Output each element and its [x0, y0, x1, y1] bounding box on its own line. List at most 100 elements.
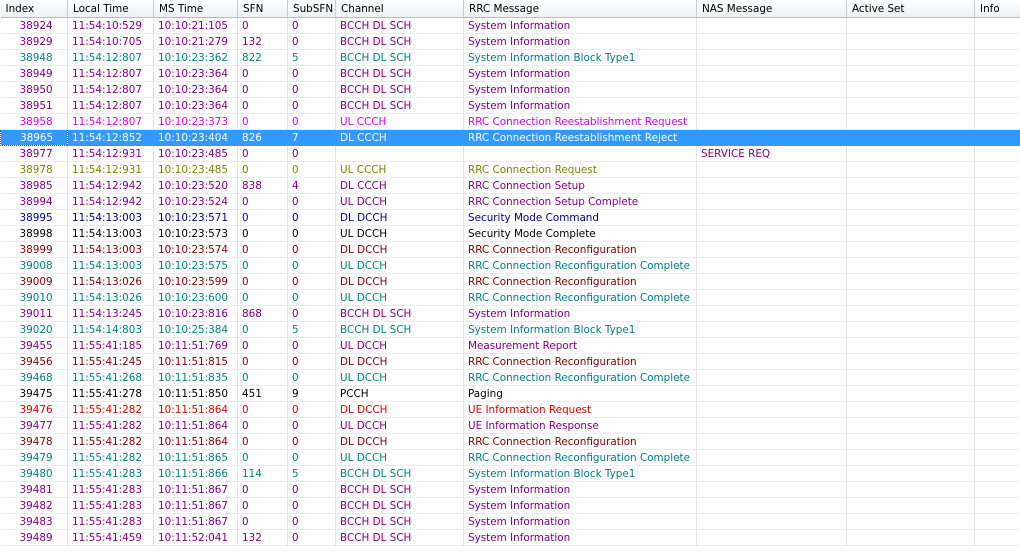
- table-row[interactable]: 39455 11:55:41:185 10:11:51:769 0 0 UL DCCH Me…: [0, 337, 1020, 354]
- cell-active-set: [846, 257, 975, 274]
- cell-channel: UL DCCH: [335, 369, 464, 386]
- cell-active-set: [846, 385, 975, 402]
- cell-local-time: 11:54:12:852: [67, 129, 154, 146]
- table-row[interactable]: 38994 11:54:12:942 10:10:23:524 0 0 UL DCCH RR…: [0, 193, 1020, 210]
- cell-rrc-message: RRC Connection Reconfiguration: [463, 273, 697, 290]
- cell-sfn: 0: [237, 449, 288, 466]
- column-header-nas-message[interactable]: NAS Message: [696, 0, 847, 18]
- column-header-rrc-message[interactable]: RRC Message: [463, 0, 697, 18]
- table-row[interactable]: 38965 11:54:12:852 10:10:23:404 826 7 DL CCCH…: [0, 129, 1020, 146]
- cell-active-set: [846, 225, 975, 242]
- table-row[interactable]: 39468 11:55:41:268 10:11:51:835 0 0 UL DCCH RR…: [0, 369, 1020, 386]
- cell-channel: UL DCCH: [335, 449, 464, 466]
- cell-nas-message: [696, 17, 847, 34]
- cell-ms-time: 10:11:51:769: [153, 337, 238, 354]
- cell-index: 38998: [0, 225, 68, 242]
- cell-rrc-message: RRC Connection Reestablishment Request: [463, 113, 697, 130]
- table-row[interactable]: 39456 11:55:41:245 10:11:51:815 0 0 DL DCCH RR…: [0, 353, 1020, 370]
- cell-active-set: [846, 177, 975, 194]
- column-header-sfn[interactable]: SFN: [237, 0, 288, 18]
- cell-channel: UL DCCH: [335, 417, 464, 434]
- cell-nas-message: [696, 97, 847, 114]
- cell-subsfn: 0: [287, 161, 336, 178]
- column-header-channel[interactable]: Channel: [335, 0, 464, 18]
- column-header-ms-time[interactable]: MS Time: [153, 0, 238, 18]
- cell-ms-time: 10:10:23:524: [153, 193, 238, 210]
- table-row[interactable]: 38999 11:54:13:003 10:10:23:574 0 0 DL DCCH RR…: [0, 241, 1020, 258]
- cell-subsfn: 0: [287, 81, 336, 98]
- table-row[interactable]: 39483 11:55:41:283 10:11:51:867 0 0 BCCH DL S…: [0, 513, 1020, 530]
- cell-channel: UL CCCH: [335, 161, 464, 178]
- cell-channel: BCCH DL SCH: [335, 65, 464, 82]
- cell-local-time: 11:54:10:529: [67, 17, 154, 34]
- cell-nas-message: [696, 305, 847, 322]
- cell-sfn: 0: [237, 417, 288, 434]
- table-row[interactable]: 38995 11:54:13:003 10:10:23:571 0 0 DL DCCH Se…: [0, 209, 1020, 226]
- table-row[interactable]: 39482 11:55:41:283 10:11:51:867 0 0 BCCH DL S…: [0, 497, 1020, 514]
- table-row[interactable]: 39479 11:55:41:282 10:11:51:865 0 0 UL DCCH RR…: [0, 449, 1020, 466]
- cell-subsfn: 0: [287, 529, 336, 546]
- table-row[interactable]: 38951 11:54:12:807 10:10:23:364 0 0 BCCH DL S…: [0, 97, 1020, 114]
- table-row[interactable]: 39011 11:54:13:245 10:10:23:816 868 0 BCCH DL…: [0, 305, 1020, 322]
- cell-index: 38948: [0, 49, 68, 66]
- column-header-info[interactable]: Info: [974, 0, 1020, 18]
- table-row[interactable]: 38949 11:54:12:807 10:10:23:364 0 0 BCCH DL S…: [0, 65, 1020, 82]
- cell-sfn: 0: [237, 209, 288, 226]
- table-row[interactable]: 38985 11:54:12:942 10:10:23:520 838 4 DL CCCH…: [0, 177, 1020, 194]
- cell-nas-message: [696, 113, 847, 130]
- cell-rrc-message: System Information: [463, 481, 697, 498]
- cell-info: [974, 113, 1020, 130]
- column-header-active-set[interactable]: Active Set: [846, 0, 975, 18]
- cell-ms-time: 10:11:51:864: [153, 433, 238, 450]
- table-row[interactable]: 39477 11:55:41:282 10:11:51:864 0 0 UL DCCH UE…: [0, 417, 1020, 434]
- cell-active-set: [846, 497, 975, 514]
- cell-sfn: 0: [237, 401, 288, 418]
- cell-ms-time: 10:11:51:864: [153, 401, 238, 418]
- table-row[interactable]: 38948 11:54:12:807 10:10:23:362 822 5 BCCH DL…: [0, 49, 1020, 66]
- column-header-local-time[interactable]: Local Time: [67, 0, 154, 18]
- cell-info: [974, 161, 1020, 178]
- cell-subsfn: 5: [287, 465, 336, 482]
- table-row[interactable]: 39478 11:55:41:282 10:11:51:864 0 0 DL DCCH RR…: [0, 433, 1020, 450]
- cell-nas-message: [696, 193, 847, 210]
- cell-ms-time: 10:10:23:600: [153, 289, 238, 306]
- cell-subsfn: 0: [287, 193, 336, 210]
- table-row[interactable]: 38924 11:54:10:529 10:10:21:105 0 0 BCCH DL S…: [0, 17, 1020, 34]
- column-header-subsfn[interactable]: SubSFN: [287, 0, 336, 18]
- cell-ms-time: 10:11:51:815: [153, 353, 238, 370]
- cell-subsfn: 0: [287, 369, 336, 386]
- table-row[interactable]: 38950 11:54:12:807 10:10:23:364 0 0 BCCH DL S…: [0, 81, 1020, 98]
- cell-ms-time: 10:11:51:864: [153, 417, 238, 434]
- table-row[interactable]: 39475 11:55:41:278 10:11:51:850 451 9 PCCH Pag…: [0, 385, 1020, 402]
- cell-info: [974, 257, 1020, 274]
- cell-subsfn: 0: [287, 353, 336, 370]
- cell-info: [974, 449, 1020, 466]
- table-row[interactable]: 38978 11:54:12:931 10:10:23:485 0 0 UL CCCH RR…: [0, 161, 1020, 178]
- table-row[interactable]: 39480 11:55:41:283 10:11:51:866 114 5 BCCH DL…: [0, 465, 1020, 482]
- cell-channel: BCCH DL SCH: [335, 49, 464, 66]
- table-row[interactable]: 38958 11:54:12:807 10:10:23:373 0 0 UL CCCH RR…: [0, 113, 1020, 130]
- table-row[interactable]: 38929 11:54:10:705 10:10:21:279 132 0 BCCH DL…: [0, 33, 1020, 50]
- cell-ms-time: 10:10:23:575: [153, 257, 238, 274]
- table-row[interactable]: 39020 11:54:14:803 10:10:25:384 0 5 BCCH DL S…: [0, 321, 1020, 338]
- cell-index: 39010: [0, 289, 68, 306]
- table-row[interactable]: 39010 11:54:13:026 10:10:23:600 0 0 UL DCCH RR…: [0, 289, 1020, 306]
- cell-subsfn: 0: [287, 17, 336, 34]
- cell-channel: UL DCCH: [335, 225, 464, 242]
- table-row[interactable]: 39009 11:54:13:026 10:10:23:599 0 0 DL DCCH RR…: [0, 273, 1020, 290]
- cell-local-time: 11:54:12:931: [67, 145, 154, 162]
- message-log-grid[interactable]: Index Local Time MS Time SFN SubSFN Chan…: [0, 0, 1020, 552]
- cell-ms-time: 10:11:51:867: [153, 481, 238, 498]
- column-header-index[interactable]: Index: [0, 0, 68, 18]
- cell-sfn: 0: [237, 497, 288, 514]
- table-row[interactable]: 39476 11:55:41:282 10:11:51:864 0 0 DL DCCH UE…: [0, 401, 1020, 418]
- cell-ms-time: 10:10:23:362: [153, 49, 238, 66]
- cell-subsfn: 4: [287, 177, 336, 194]
- table-row[interactable]: 39489 11:55:41:459 10:11:52:041 132 0 BCCH DL…: [0, 529, 1020, 546]
- table-row[interactable]: 38977 11:54:12:931 10:10:23:485 0 0 SERVICE R…: [0, 145, 1020, 162]
- table-row[interactable]: 39008 11:54:13:003 10:10:23:575 0 0 UL DCCH RR…: [0, 257, 1020, 274]
- cell-local-time: 11:54:13:003: [67, 225, 154, 242]
- table-row[interactable]: 38998 11:54:13:003 10:10:23:573 0 0 UL DCCH Se…: [0, 225, 1020, 242]
- table-row[interactable]: 39481 11:55:41:283 10:11:51:867 0 0 BCCH DL S…: [0, 481, 1020, 498]
- cell-info: [974, 145, 1020, 162]
